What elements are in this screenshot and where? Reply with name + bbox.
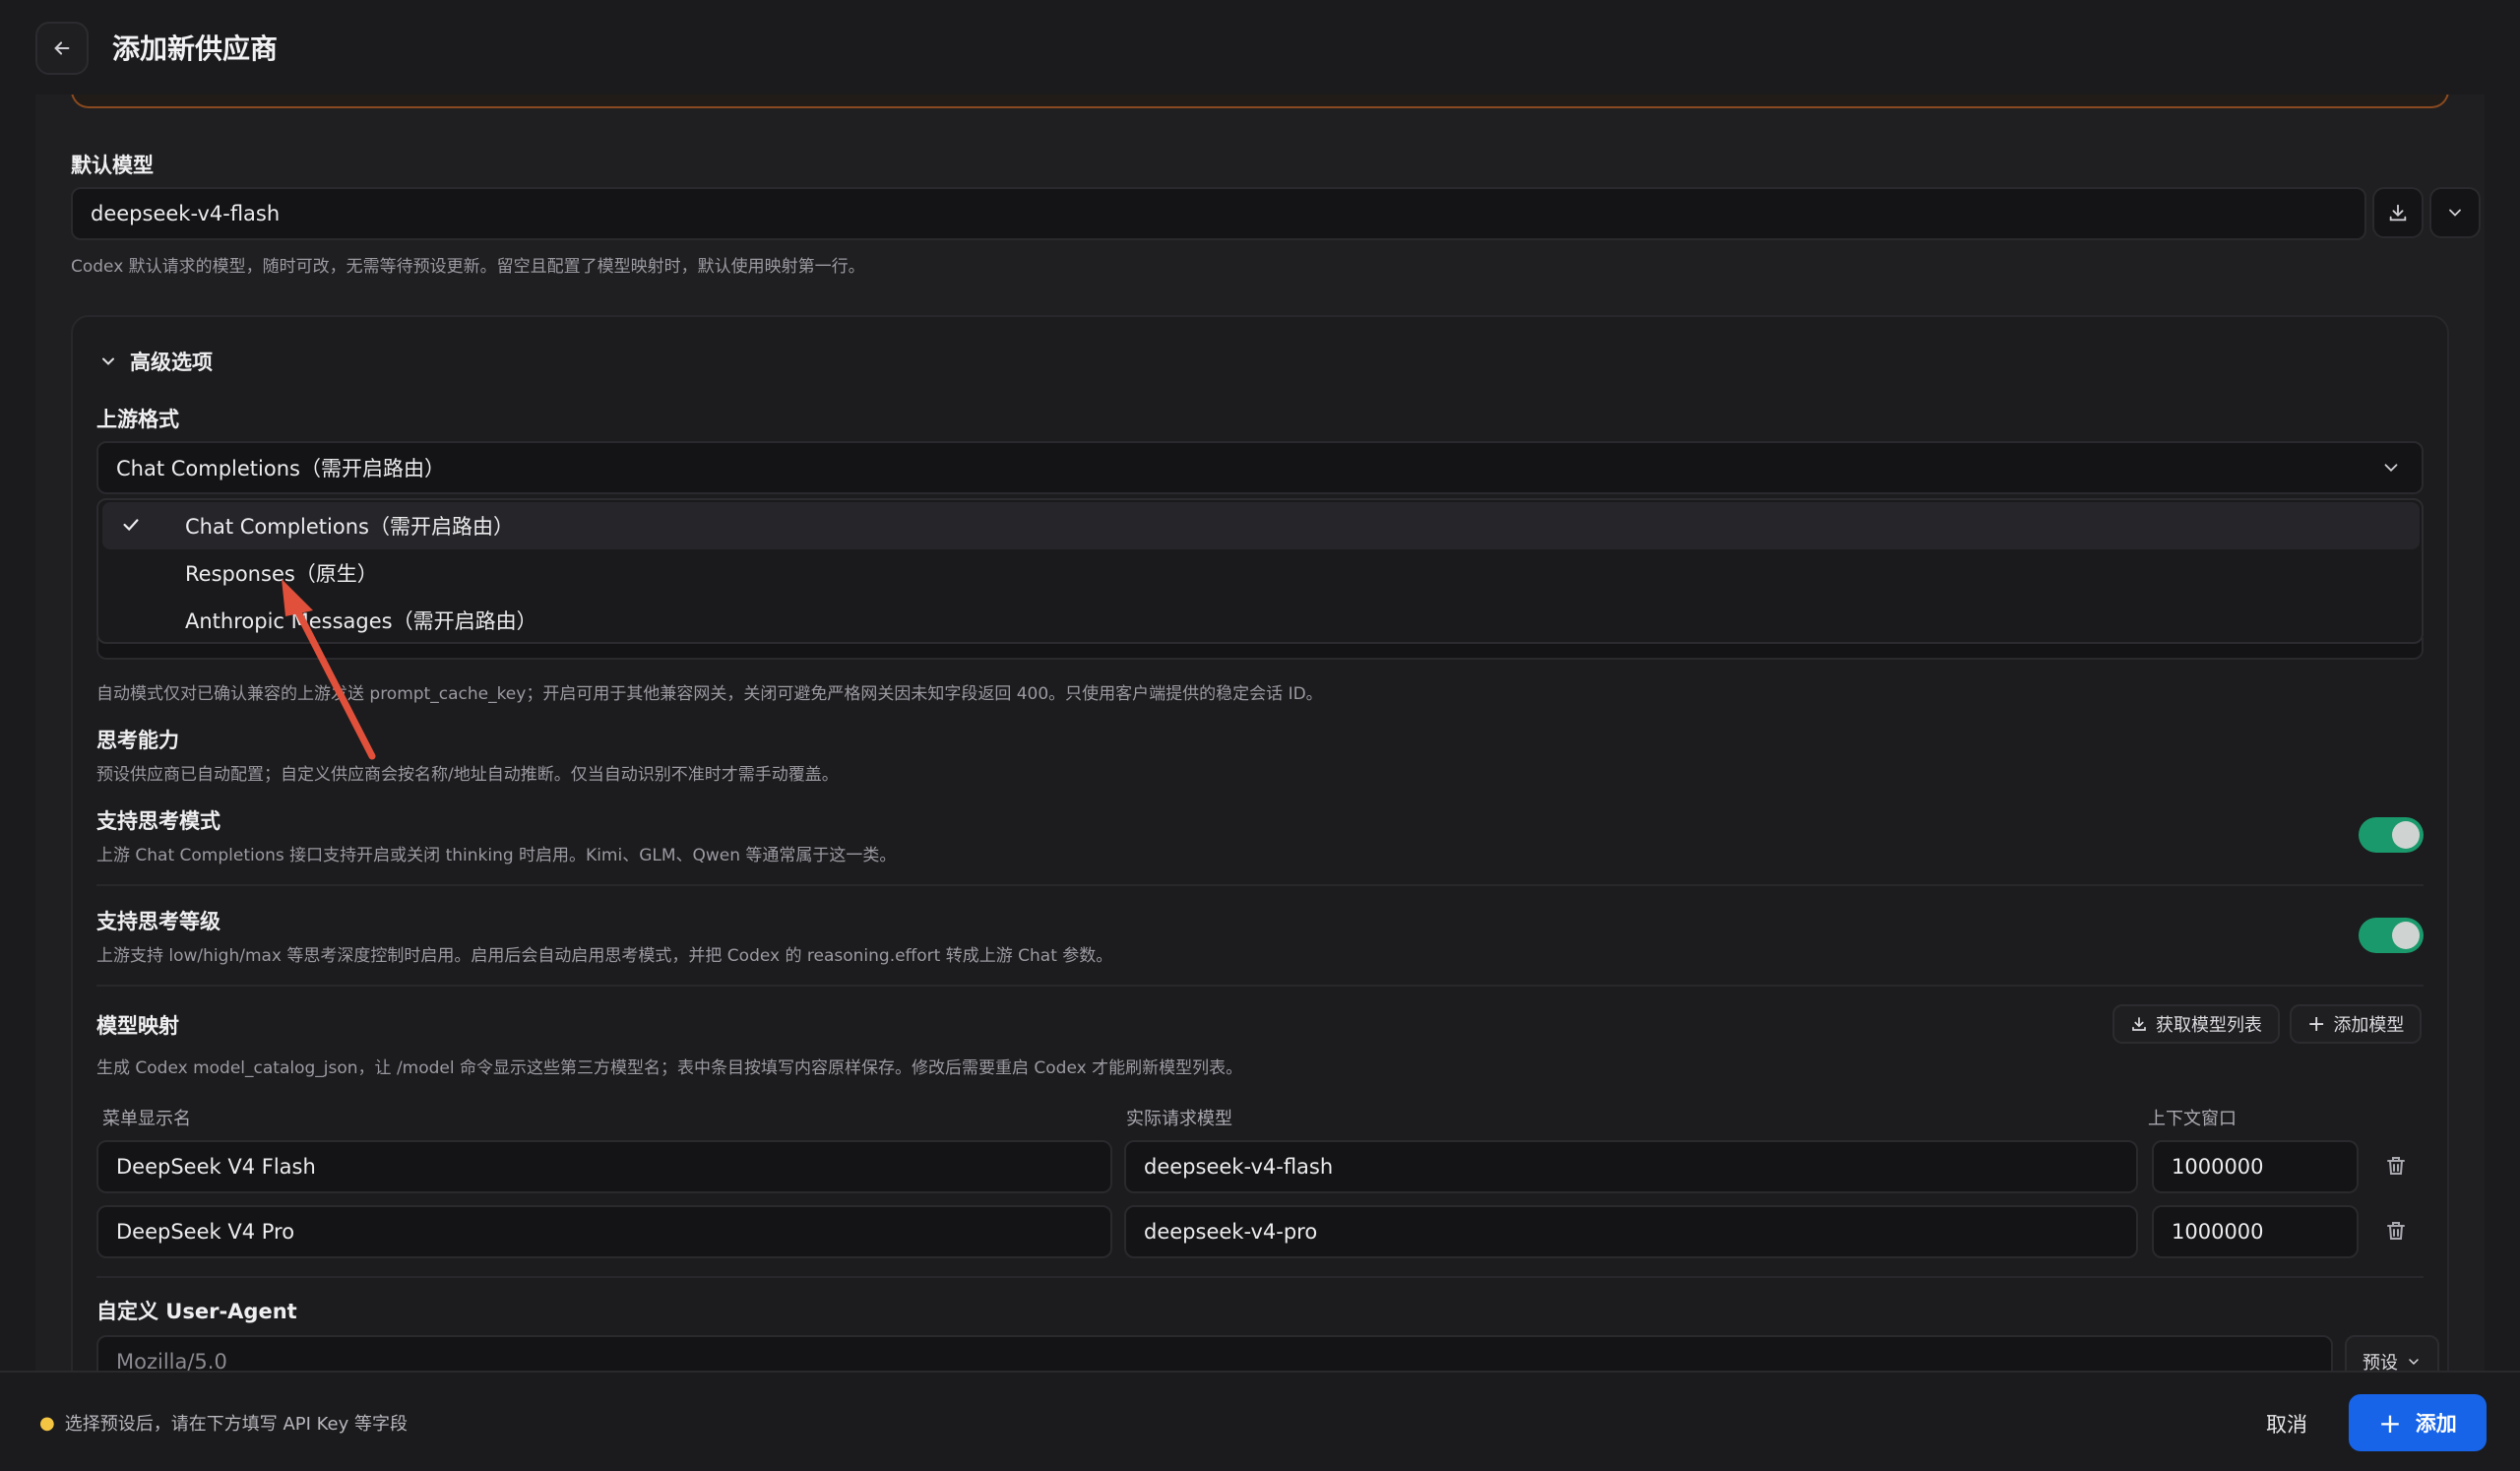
- divider: [96, 985, 2424, 987]
- column-header-request-model: 实际请求模型: [1126, 1109, 1232, 1129]
- mapping-request-model-input[interactable]: deepseek-v4-flash: [1124, 1140, 2138, 1193]
- model-mapping-label: 模型映射: [96, 1014, 179, 1038]
- add-model-button[interactable]: + 添加模型: [2290, 1004, 2423, 1044]
- advanced-options-title: 高级选项: [130, 351, 213, 374]
- advanced-options-toggle[interactable]: 高级选项: [98, 347, 213, 376]
- thinking-label: 思考能力: [96, 729, 179, 752]
- dropdown-option-label: Chat Completions（需开启路由）: [185, 515, 514, 539]
- default-model-hint: Codex 默认请求的模型，随时可改，无需等待预设更新。留空且配置了模型映射时，…: [71, 257, 865, 277]
- dropdown-option-chat-completions[interactable]: Chat Completions（需开启路由）: [102, 502, 2420, 549]
- divider: [96, 884, 2424, 886]
- plus-icon: +: [2378, 1406, 2402, 1439]
- model-dropdown-button[interactable]: [2429, 187, 2481, 238]
- toggle-knob: [2392, 922, 2420, 949]
- trash-icon[interactable]: [2384, 1219, 2408, 1243]
- add-provider-button[interactable]: + 添加: [2349, 1394, 2487, 1451]
- header: 添加新供应商: [0, 0, 2520, 95]
- thinking-hint: 预设供应商已自动配置；自定义供应商会按名称/地址自动推断。仅当自动识别不准时才需…: [96, 765, 839, 785]
- column-header-display-name: 菜单显示名: [102, 1109, 191, 1129]
- fetch-model-list-label: 获取模型列表: [2156, 1015, 2262, 1036]
- model-mapping-hint: 生成 Codex model_catalog_json，让 /model 命令显…: [96, 1058, 1243, 1078]
- chevron-down-icon: [2449, 209, 2461, 217]
- chevron-down-icon: [2384, 464, 2398, 473]
- mapping-context-window-input[interactable]: 1000000: [2152, 1140, 2359, 1193]
- dropdown-option-responses[interactable]: Responses（原生）: [102, 549, 2420, 597]
- chevron-down-icon: [2409, 1359, 2419, 1366]
- footer-hint-text: 选择预设后，请在下方填写 API Key 等字段: [64, 1414, 408, 1435]
- form-scroll-area[interactable]: 默认模型 deepseek-v4-flash Codex 默认请求的模型，随时可…: [35, 95, 2485, 1371]
- warning-panel-edge: [71, 95, 2449, 108]
- default-model-input[interactable]: deepseek-v4-flash: [71, 187, 2366, 240]
- mapping-context-window-input[interactable]: 1000000: [2152, 1205, 2359, 1258]
- thinking-level-toggle[interactable]: [2359, 918, 2424, 953]
- fetch-model-list-button[interactable]: 获取模型列表: [2112, 1004, 2280, 1044]
- user-agent-input[interactable]: Mozilla/5.0: [96, 1335, 2333, 1371]
- thinking-mode-label: 支持思考模式: [96, 809, 220, 833]
- divider: [96, 1276, 2424, 1278]
- lightbulb-icon: ●: [39, 1412, 55, 1434]
- footer-bar: ● 选择预设后，请在下方填写 API Key 等字段 取消 + 添加: [0, 1371, 2520, 1471]
- user-agent-preset-button[interactable]: 预设: [2345, 1335, 2439, 1371]
- user-agent-label: 自定义 User-Agent: [96, 1300, 297, 1323]
- mapping-display-name-input[interactable]: DeepSeek V4 Flash: [96, 1140, 1112, 1193]
- upstream-format-dropdown: Chat Completions（需开启路由） Responses（原生） An…: [96, 498, 2424, 644]
- toggle-knob: [2392, 821, 2420, 849]
- thinking-level-label: 支持思考等级: [96, 910, 220, 933]
- trash-icon[interactable]: [2384, 1154, 2408, 1178]
- add-model-label: 添加模型: [2333, 1015, 2405, 1036]
- download-icon: [2389, 204, 2407, 222]
- chevron-down-icon: [102, 357, 114, 365]
- check-icon: [123, 519, 139, 532]
- dropdown-option-anthropic-messages[interactable]: Anthropic Messages（需开启路由）: [102, 597, 2420, 644]
- cache-key-hint: 自动模式仅对已确认兼容的上游发送 prompt_cache_key；开启可用于其…: [96, 684, 1323, 704]
- add-button-label: 添加: [2415, 1412, 2457, 1436]
- default-model-label: 默认模型: [71, 154, 154, 177]
- plus-icon: +: [2307, 1011, 2326, 1037]
- preset-label: 预设: [2362, 1353, 2398, 1371]
- download-icon: [2132, 1017, 2146, 1031]
- column-header-context-window: 上下文窗口: [2148, 1109, 2236, 1129]
- upstream-format-select[interactable]: Chat Completions（需开启路由）: [96, 441, 2424, 494]
- footer-hint: ● 选择预设后，请在下方填写 API Key 等字段: [39, 1410, 408, 1436]
- thinking-mode-hint: 上游 Chat Completions 接口支持开启或关闭 thinking 时…: [96, 846, 897, 865]
- back-button[interactable]: [35, 22, 89, 75]
- page-title: 添加新供应商: [112, 32, 279, 65]
- mapping-request-model-input[interactable]: deepseek-v4-pro: [1124, 1205, 2138, 1258]
- thinking-level-hint: 上游支持 low/high/max 等思考深度控制时启用。启用后会自动启用思考模…: [96, 946, 1113, 966]
- dropdown-option-label: Responses（原生）: [185, 562, 378, 586]
- thinking-mode-toggle[interactable]: [2359, 817, 2424, 853]
- mapping-display-name-input[interactable]: DeepSeek V4 Pro: [96, 1205, 1112, 1258]
- dropdown-option-label: Anthropic Messages（需开启路由）: [185, 609, 537, 633]
- upstream-format-label: 上游格式: [96, 408, 179, 431]
- cancel-button[interactable]: 取消: [2235, 1396, 2339, 1451]
- arrow-left-icon: [54, 41, 70, 55]
- upstream-format-value: Chat Completions（需开启路由）: [116, 457, 445, 480]
- import-model-button[interactable]: [2372, 187, 2424, 238]
